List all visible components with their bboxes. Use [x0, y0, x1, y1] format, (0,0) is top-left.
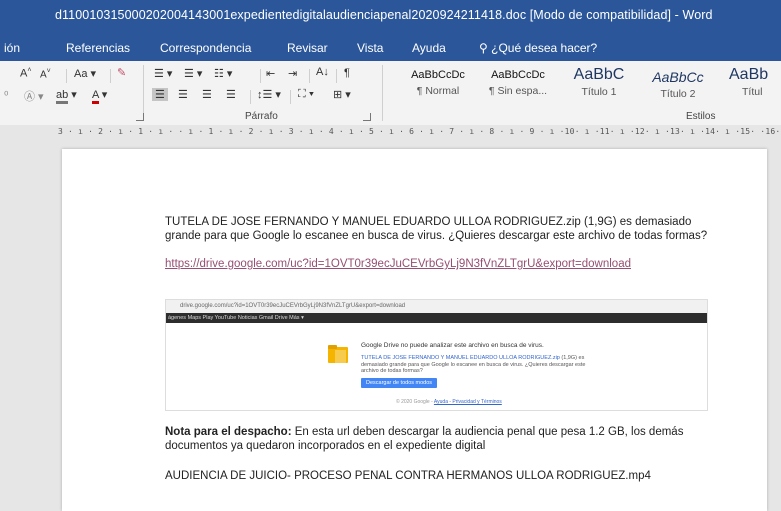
tab-referencias[interactable]: Referencias	[66, 41, 130, 55]
style-name: Títul	[742, 86, 763, 98]
divider	[309, 69, 310, 83]
title-bar: d110010315000202004143001expedientedigit…	[0, 0, 781, 33]
align-center-icon[interactable]: ☰	[178, 88, 188, 101]
style-name: Título 1	[581, 86, 617, 98]
browser-address-bar: drive.google.com/uc?id=1OVT0r39ecJuCEVrb…	[166, 300, 707, 313]
drive-folder-icon	[328, 345, 348, 363]
footer-links: Ayuda - Privacidad y Términos	[433, 399, 502, 405]
download-anyway-button: Descargar de todos modos	[361, 378, 438, 388]
bullets-icon[interactable]: ☰ ▾	[154, 67, 172, 80]
divider	[110, 69, 111, 83]
sort-icon[interactable]: A↓	[316, 66, 329, 78]
grow-font-button[interactable]: A˄	[20, 67, 31, 80]
align-right-icon[interactable]: ☰	[202, 88, 212, 101]
tell-me-search[interactable]: ⚲ ¿Qué desea hacer?	[479, 41, 597, 55]
text-effects-icon[interactable]: Ⓐ ▾	[24, 88, 44, 104]
tab-insertion[interactable]: ión	[4, 41, 20, 55]
dispatch-note: Nota para el despacho: En esta url deben…	[165, 425, 710, 453]
group-divider	[382, 65, 383, 121]
tab-revisar[interactable]: Revisar	[287, 41, 328, 55]
window-title: d110010315000202004143001expedientedigit…	[55, 8, 713, 22]
note-label: Nota para el despacho:	[165, 426, 292, 438]
divider	[66, 69, 67, 83]
embedded-screenshot: drive.google.com/uc?id=1OVT0r39ecJuCEVrb…	[165, 299, 708, 411]
multilevel-list-icon[interactable]: ☷ ▾	[214, 67, 232, 80]
line-spacing-icon[interactable]: ↕☰ ▾	[257, 88, 281, 101]
font-dialog-launcher-icon[interactable]	[136, 113, 144, 121]
show-formatting-icon[interactable]: ¶	[344, 67, 350, 79]
google-bar-links: ágenes Maps Play YouTube Noticias Gmail …	[168, 315, 304, 321]
drive-download-link[interactable]: https://drive.google.com/uc?id=1OVT0r39e…	[165, 257, 631, 271]
tab-vista[interactable]: Vista	[357, 41, 383, 55]
align-left-icon[interactable]: ☰	[152, 88, 168, 101]
style-name: Título 2	[660, 88, 696, 100]
tell-me-label: ¿Qué desea hacer?	[491, 41, 598, 55]
style-heading-1[interactable]: AaBbC Título 1	[560, 66, 638, 105]
style-name: ¶ Sin espa...	[488, 85, 548, 97]
drive-file-name: TUTELA DE JOSE FERNANDO Y MANUEL EDUARDO…	[361, 355, 560, 361]
font-color-icon[interactable]: A ▾	[92, 88, 107, 104]
paragraph-virus-warning: TUTELA DE JOSE FERNANDO Y MANUEL EDUARDO…	[165, 216, 708, 242]
tab-correspondencia[interactable]: Correspondencia	[160, 41, 251, 55]
styles-group-label: Estilos	[686, 111, 716, 122]
style-sample: AaBbCcDc	[411, 69, 465, 81]
style-normal[interactable]: AaBbCcDc ¶ Normal	[400, 67, 476, 105]
style-title[interactable]: AaBb Títul	[720, 67, 781, 105]
shading-icon[interactable]: ⛶ ▾	[298, 88, 314, 101]
style-no-spacing[interactable]: AaBbCcDc ¶ Sin espa...	[480, 67, 556, 105]
footer-copyright: © 2020 Google -	[396, 399, 434, 405]
decrease-indent-icon[interactable]: ⇤	[266, 67, 275, 80]
drive-warning-body: TUTELA DE JOSE FERNANDO Y MANUEL EDUARDO…	[361, 355, 591, 375]
style-sample: AaBbCc	[652, 69, 704, 85]
audio-file-line: AUDIENCIA DE JUICIO- PROCESO PENAL CONTR…	[165, 470, 651, 482]
shrink-font-button[interactable]: A˅	[40, 68, 51, 80]
numbering-icon[interactable]: ☰ ▾	[184, 67, 202, 80]
paragraph-group-label: Párrafo	[245, 111, 278, 122]
justify-icon[interactable]: ☰	[226, 88, 236, 101]
drive-warning-heading: Google Drive no puede analizar este arch…	[361, 342, 544, 349]
highlight-color-icon[interactable]: ab ▾	[56, 88, 77, 104]
document-page[interactable]: TUTELA DE JOSE FERNANDO Y MANUEL EDUARDO…	[62, 149, 767, 511]
divider	[336, 69, 337, 83]
hyperlink[interactable]: https://drive.google.com/uc?id=1OVT0r39e…	[165, 258, 631, 270]
divider	[260, 69, 261, 83]
paragraph-dialog-launcher-icon[interactable]	[363, 113, 371, 121]
borders-icon[interactable]: ⊞ ▾	[333, 88, 351, 101]
text-effects-icon[interactable]: ⁰	[4, 89, 8, 102]
address-text: drive.google.com/uc?id=1OVT0r39ecJuCEVrb…	[180, 303, 406, 309]
drive-footer: © 2020 Google - Ayuda - Privacidad y Tér…	[396, 399, 502, 405]
divider	[250, 90, 251, 104]
clear-format-icon[interactable]: ✎	[117, 66, 126, 79]
ruler-scale: 3 · ı · 2 · ı · 1 · ı · · ı · 1 · ı · 2 …	[58, 127, 781, 136]
horizontal-ruler[interactable]: 3 · ı · 2 · ı · 1 · ı · · ı · 1 · ı · 2 …	[0, 125, 781, 139]
change-case-button[interactable]: Aa ▾	[74, 67, 96, 80]
style-sample: AaBb	[729, 67, 769, 83]
style-sample: AaBbC	[573, 66, 625, 83]
ribbon: A˄ A˅ Aa ▾ ✎ ⁰ Ⓐ ▾ ab ▾ A ▾ ☰ ▾ ☰ ▾ ☷ ▾ …	[0, 61, 781, 126]
style-sample: AaBbCcDc	[491, 69, 545, 81]
ribbon-tabs: ión Referencias Correspondencia Revisar …	[0, 33, 781, 61]
tab-ayuda[interactable]: Ayuda	[412, 41, 446, 55]
style-heading-2[interactable]: AaBbCc Título 2	[640, 67, 716, 105]
increase-indent-icon[interactable]: ⇥	[288, 67, 297, 80]
divider	[290, 90, 291, 104]
lightbulb-icon: ⚲	[479, 41, 488, 55]
style-name: ¶ Normal	[416, 85, 460, 97]
google-bar: ágenes Maps Play YouTube Noticias Gmail …	[166, 313, 707, 323]
